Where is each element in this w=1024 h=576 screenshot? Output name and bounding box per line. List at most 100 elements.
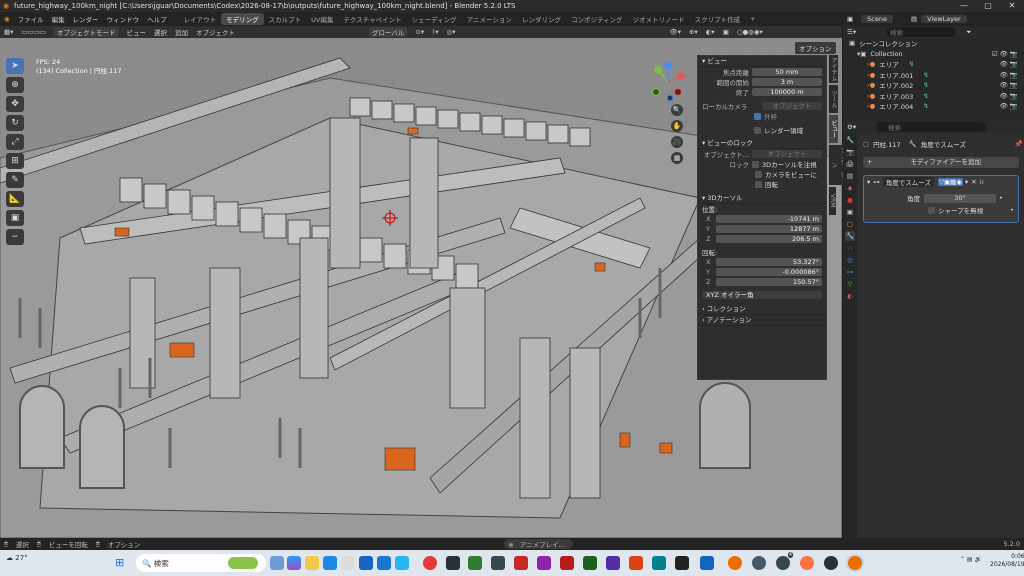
minimize-icon[interactable]: — — [952, 0, 976, 12]
menu-view[interactable]: ビュー — [126, 27, 146, 37]
tab-sculpt[interactable]: スカルプト — [264, 13, 307, 25]
view-section-header[interactable]: ▾ ビュー — [698, 56, 826, 67]
close-icon[interactable]: ✕ — [1000, 0, 1024, 12]
weather-widget[interactable]: ☁ 27° — [6, 554, 28, 562]
cursor-loc-z-field[interactable]: 206.5 m — [716, 235, 822, 243]
remove-modifier-icon[interactable]: ✕ — [971, 178, 976, 186]
app-icon[interactable] — [606, 556, 620, 570]
tab-texture-paint[interactable]: テクスチャペイント — [338, 13, 406, 25]
collection-row[interactable]: ▾▣ Collection ☑ 👁 📷 — [843, 49, 1024, 60]
render-tab-icon[interactable]: 📷 — [845, 147, 855, 157]
curve-tool-icon[interactable]: ∽ — [6, 229, 24, 245]
cursor-tool-icon[interactable]: ⊕ — [6, 77, 24, 93]
overlay-toggle-icon[interactable]: ◐▾ — [706, 28, 715, 36]
modifier-toggle-icons[interactable]: ▽▣▦◉ — [937, 178, 963, 186]
app-icon[interactable] — [359, 556, 373, 570]
menu-add[interactable]: 追加 — [175, 27, 188, 37]
system-tray-icons[interactable]: ⌃ ▤ 🔊 — [960, 556, 982, 563]
view-lock-header[interactable]: ▾ ビューのロック — [698, 138, 826, 149]
add-modifier-button[interactable]: + モディファイアーを追加 — [863, 157, 1019, 168]
taskbar-search[interactable]: 🔍 検索 — [136, 554, 266, 572]
app-icon[interactable]: 4 — [776, 552, 793, 570]
pivot-icon[interactable]: ⊙▾ — [415, 28, 424, 36]
snap-icon[interactable]: ⌇▾ — [432, 28, 438, 36]
editor-type-icon[interactable]: ▦▾ — [4, 28, 13, 36]
object-tab-icon[interactable]: ▢ — [845, 219, 855, 229]
node-socket-icon[interactable]: • — [1010, 206, 1014, 214]
task-view-icon[interactable] — [270, 556, 284, 570]
tab-compositing[interactable]: コンポジティング — [566, 13, 628, 25]
scale-tool-icon[interactable]: ⤢ — [6, 134, 24, 150]
shading-modes-icons[interactable]: ○●◍◉▾ — [737, 28, 763, 36]
tab-tool[interactable]: ツール — [829, 85, 838, 113]
ignore-sharp-checkbox[interactable] — [928, 206, 935, 214]
scene-collection-row[interactable]: ▣ シーンコレクション — [843, 38, 1024, 49]
xray-icon[interactable]: ▣ — [723, 28, 729, 36]
app-icon[interactable] — [395, 556, 409, 570]
modifier-name-field[interactable]: 角度でスムーズ — [882, 177, 934, 187]
app-icon[interactable] — [560, 556, 574, 570]
menu-window[interactable]: ウィンドウ — [103, 14, 144, 24]
outliner-item[interactable]: ›● エリア ↯ 👁 📷 — [843, 59, 1024, 70]
local-camera-field[interactable]: オブジェクト — [762, 102, 822, 110]
transform-tool-icon[interactable]: ⊞ — [6, 153, 24, 169]
tab-item[interactable]: アイテム — [829, 55, 838, 83]
menu-render[interactable]: レンダー — [69, 14, 103, 24]
cursor-rot-y-field[interactable]: -0.000086° — [716, 268, 822, 276]
tab-layout[interactable]: レイアウト — [179, 13, 222, 25]
tab-scripting[interactable]: スクリプト作成 — [690, 13, 746, 25]
tab-view[interactable]: ビュー — [829, 115, 838, 143]
store-icon[interactable] — [341, 556, 355, 570]
particles-tab-icon[interactable]: ∴ — [845, 243, 855, 253]
app-icon[interactable] — [514, 556, 528, 570]
outliner-item[interactable]: ›● エリア.002 ↯ 👁 📷 — [843, 80, 1024, 91]
perspective-grid-icon[interactable]: ▦ — [671, 152, 683, 164]
edge-icon[interactable] — [323, 556, 337, 570]
animation-playback-status[interactable]: ⊗ アニメプレイ... — [504, 539, 573, 549]
select-mode-icons[interactable]: ▭▭▭▭ — [21, 28, 46, 36]
tab-uv[interactable]: UV編集 — [306, 13, 338, 25]
lock-cursor-checkbox[interactable] — [752, 160, 759, 168]
app-icon[interactable] — [700, 556, 714, 570]
app-icon[interactable] — [752, 556, 766, 570]
mode-dropdown[interactable]: オブジェクトモード — [53, 27, 119, 37]
menu-help[interactable]: ヘルプ — [143, 14, 171, 24]
outliner-item[interactable]: ›● エリア.003 ↯ 👁 📷 — [843, 91, 1024, 102]
world-tab-icon[interactable]: ● — [845, 195, 855, 205]
tab-rendering[interactable]: レンダリング — [517, 13, 566, 25]
gizmo-toggle-icon[interactable]: ⊕▾ — [689, 28, 698, 36]
physics-tab-icon[interactable]: ◎ — [845, 255, 855, 265]
proportional-icon[interactable]: ◎▾ — [447, 28, 456, 36]
angle-field[interactable]: 30° — [924, 193, 996, 203]
annotate-tool-icon[interactable]: ✎ — [6, 172, 24, 188]
drag-handle-icon[interactable]: ⁞⁞ — [980, 178, 984, 186]
measure-tool-icon[interactable]: 📐 — [6, 191, 24, 207]
app-icon[interactable] — [629, 556, 643, 570]
constraints-tab-icon[interactable]: ⊶ — [845, 267, 855, 277]
windows-start-icon[interactable]: ⊞ — [115, 556, 124, 569]
cursor-loc-x-field[interactable]: -10741 m — [716, 215, 822, 223]
outline-checkbox[interactable] — [754, 112, 761, 120]
camera-view-icon[interactable]: 🎥 — [671, 136, 683, 148]
menu-file[interactable]: ファイル — [14, 14, 48, 24]
collection-section-header[interactable]: › コレクション — [698, 304, 826, 315]
add-cube-tool-icon[interactable]: ▣ — [6, 210, 24, 226]
clip-start-field[interactable]: 3 m — [752, 78, 822, 86]
add-workspace-button[interactable]: + — [745, 14, 760, 24]
render-region-checkbox[interactable] — [754, 126, 761, 134]
navigation-gizmo[interactable] — [648, 62, 688, 102]
tab-geometry-nodes[interactable]: ジオメトリノード — [628, 13, 690, 25]
pin-icon[interactable]: 📌 — [1015, 140, 1023, 148]
collapse-chevron-icon[interactable]: ▾ — [867, 178, 870, 186]
app-icon[interactable] — [652, 556, 666, 570]
blender-menu-icon[interactable]: ◉ — [0, 15, 14, 23]
tab-animation[interactable]: アニメーション — [462, 13, 517, 25]
options-dropdown[interactable]: オプション — [795, 42, 836, 54]
rotation-mode-dropdown[interactable]: XYZ オイラー角 — [702, 291, 822, 299]
move-tool-icon[interactable]: ✥ — [6, 96, 24, 112]
3d-cursor-header[interactable]: ▾ 3Dカーソル — [698, 193, 826, 204]
menu-edit[interactable]: 編集 — [48, 14, 69, 24]
tab-vrm[interactable]: VRM — [829, 187, 836, 215]
cursor-loc-y-field[interactable]: 12877 m — [716, 225, 822, 233]
data-tab-icon[interactable]: ▽ — [845, 279, 855, 289]
